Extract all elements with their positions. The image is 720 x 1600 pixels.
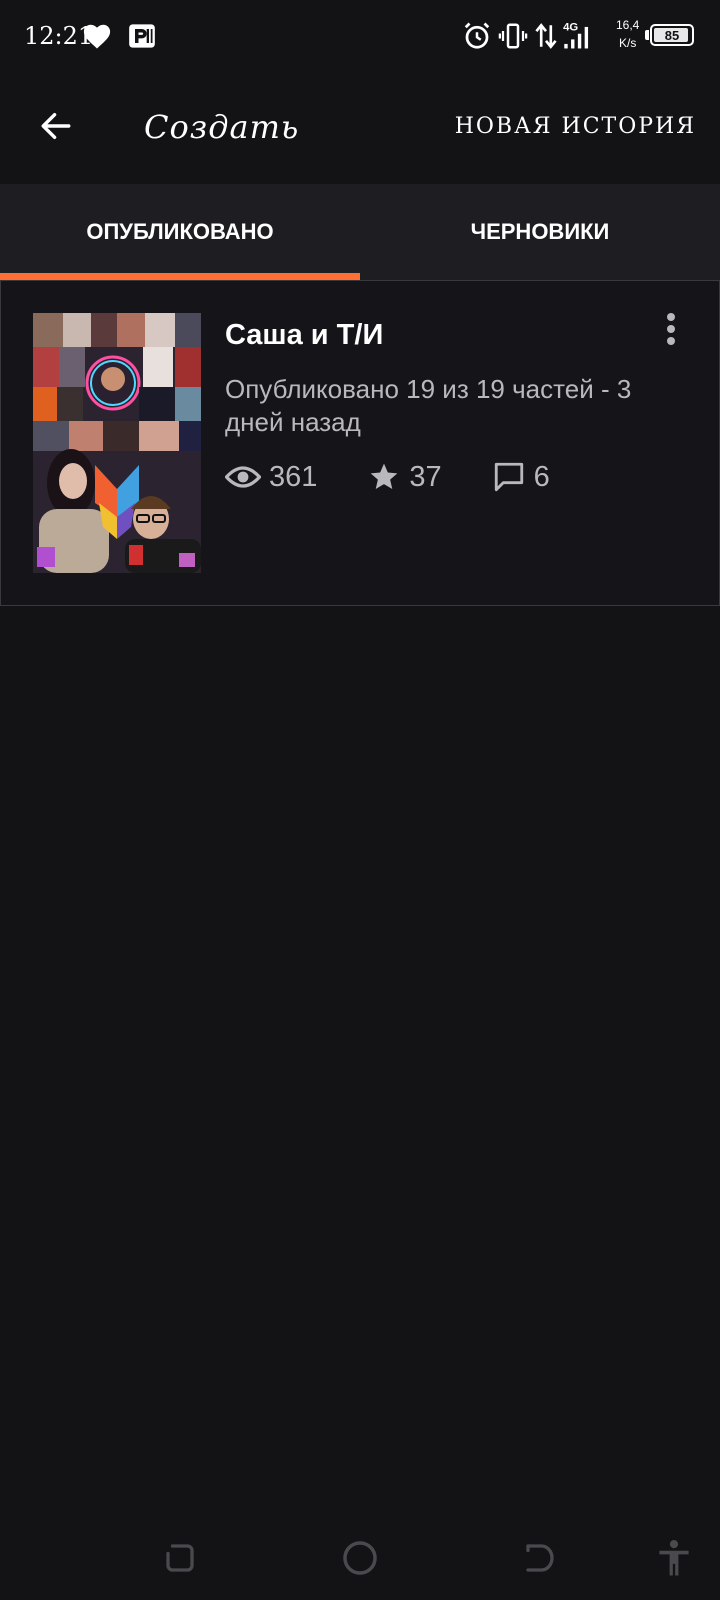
comments-count: 6 <box>533 460 550 493</box>
tab-bar: ОПУБЛИКОВАНО ЧЕРНОВИКИ <box>0 184 720 281</box>
home-button[interactable] <box>332 1530 388 1586</box>
system-nav-bar <box>0 1510 720 1600</box>
more-options-button[interactable] <box>651 307 691 351</box>
votes-count: 37 <box>409 460 442 493</box>
new-story-button[interactable]: НОВАЯ ИСТОРИЯ <box>455 114 696 139</box>
net-speed: 16,4 K/s <box>616 16 639 52</box>
system-back-button[interactable] <box>512 1530 568 1586</box>
story-title[interactable]: Саша и Т/И <box>225 319 383 352</box>
net-speed-value: 16,4 <box>616 18 640 32</box>
votes-stat: 37 <box>367 460 442 494</box>
net-speed-unit: K/s <box>619 36 637 50</box>
vibrate-icon <box>498 18 528 54</box>
star-icon <box>371 463 398 489</box>
p-app-icon <box>128 18 156 54</box>
recent-apps-button[interactable] <box>152 1530 208 1586</box>
active-tab-indicator <box>0 273 360 280</box>
comments-stat: 6 <box>492 460 550 494</box>
story-publish-status: Опубликовано 19 из 19 частей - 3 дней на… <box>225 374 632 437</box>
back-button[interactable] <box>28 98 84 154</box>
network-type-label: 4G <box>563 21 578 33</box>
signal-icon: 4G <box>562 18 596 54</box>
arrow-left-icon <box>41 112 71 140</box>
back-icon <box>526 1544 554 1572</box>
comment-icon <box>494 462 523 492</box>
page-title: Создать <box>144 108 300 146</box>
battery-icon: 85 <box>650 24 694 46</box>
story-stats: 361 37 6 <box>225 457 600 497</box>
tab-drafts[interactable]: ЧЕРНОВИКИ <box>360 184 720 280</box>
recent-apps-icon <box>166 1544 194 1572</box>
alarm-icon <box>462 18 492 54</box>
views-count: 361 <box>269 460 318 493</box>
battery-tip <box>645 30 649 40</box>
views-stat: 361 <box>225 461 317 494</box>
data-transfer-icon <box>534 18 558 54</box>
heart-icon <box>82 18 112 54</box>
more-vertical-icon <box>667 313 675 321</box>
tab-published[interactable]: ОПУБЛИКОВАНО <box>0 184 360 280</box>
accessibility-icon <box>659 1540 689 1576</box>
battery-level: 85 <box>664 27 680 43</box>
app-bar: Создать НОВАЯ ИСТОРИЯ <box>0 72 720 184</box>
story-cover-image[interactable] <box>33 313 201 573</box>
story-card[interactable]: Саша и Т/И Опубликовано 19 из 19 частей … <box>0 280 720 606</box>
status-bar: 12:21 4G 16,4 K/s 85 <box>0 0 720 72</box>
accessibility-button[interactable] <box>646 1530 702 1586</box>
eye-icon <box>225 466 261 488</box>
home-icon <box>343 1541 377 1575</box>
